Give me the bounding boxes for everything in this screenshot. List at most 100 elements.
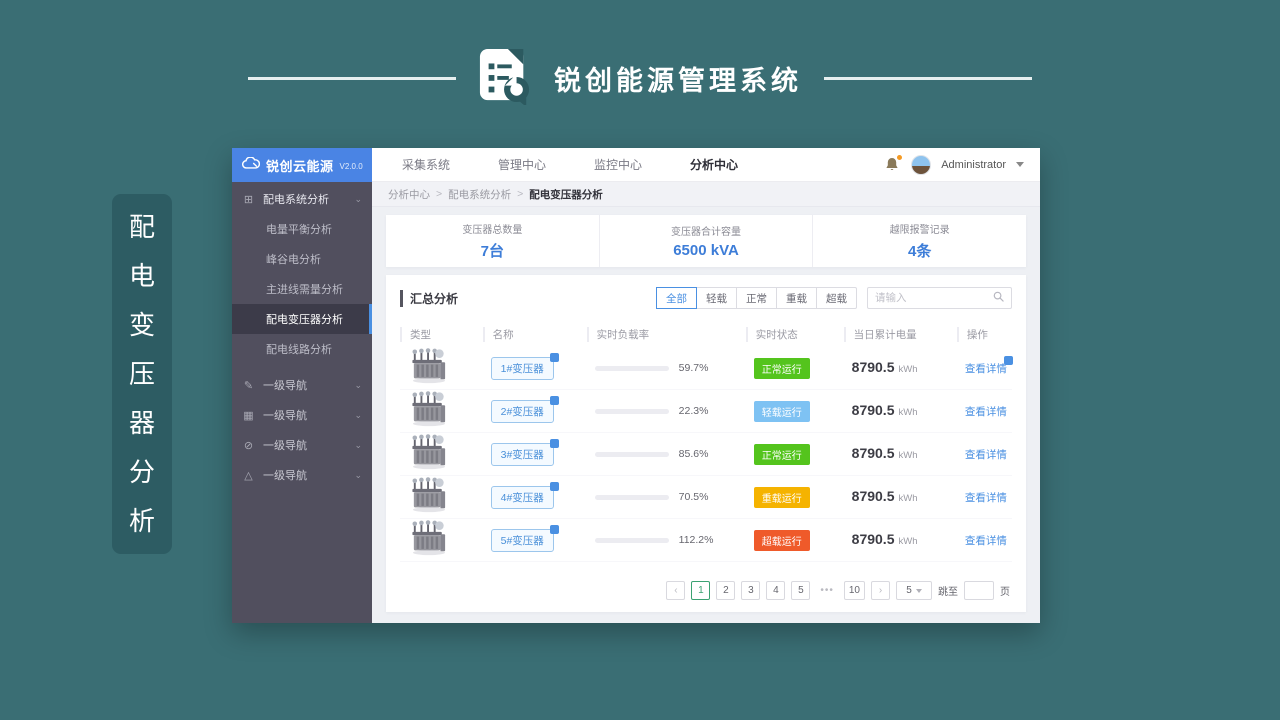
stat-label: 变压器总数量 <box>462 225 523 236</box>
cell-load-rate: 70.5% <box>587 491 746 503</box>
cell-status: 重载运行 <box>746 486 844 508</box>
pagination-page-button[interactable]: 1 <box>691 581 711 600</box>
pagination-pages: 1 2 3 4 5 ••• 10 <box>691 581 865 600</box>
cell-type <box>400 433 483 475</box>
transformer-name-tag[interactable]: 5#变压器 <box>490 524 559 552</box>
sidebar-extra-nav: ✎ 一级导航 ⌄ ▦ 一级导航 ⌄ ⊘ 一级导航 ⌄ △ 一级导航 ⌄ <box>232 370 372 490</box>
user-avatar[interactable] <box>911 154 932 175</box>
jump-page-input[interactable] <box>964 581 994 600</box>
sidebar-submenu-item[interactable]: 峰谷电分析 <box>232 244 372 274</box>
page-canvas: 锐创能源管理系统 配电变压器分析 锐创云能源 V2.0.0 采集系统 管理中心 … <box>0 0 1280 720</box>
filter-button[interactable]: 重载 <box>776 287 817 309</box>
top-nav-item[interactable]: 监控中心 <box>594 156 642 173</box>
search-icon[interactable] <box>993 289 1004 307</box>
sidebar-item-level1-nav[interactable]: △ 一级导航 ⌄ <box>232 460 372 490</box>
sidebar-submenu-item[interactable]: 主进线需量分析 <box>232 274 372 304</box>
pagination-next-button[interactable]: › <box>871 581 890 600</box>
stat-item: 变压器合计容量 6500 kVA <box>598 215 813 267</box>
sidebar-submenu-label: 主进线需量分析 <box>266 284 343 296</box>
banner-divider-right <box>824 76 1032 80</box>
sidebar-submenu-item[interactable]: 配电线路分析 <box>232 334 372 364</box>
load-bar-track <box>594 537 669 543</box>
card-header: 汇总分析 全部 轻载 正常 重载 超载 请输入 <box>400 287 1012 309</box>
pagination-page-button[interactable]: ••• <box>816 581 838 600</box>
view-details-link[interactable]: 查看详情 <box>965 490 1007 505</box>
nav-item-icon: ⊘ <box>243 439 254 452</box>
cell-load-rate: 85.6% <box>587 448 746 460</box>
energy-unit: kWh <box>898 536 918 547</box>
breadcrumb-item[interactable]: 配电变压器分析 <box>529 187 603 202</box>
user-menu-chevron-down-icon[interactable] <box>1016 162 1024 167</box>
vertical-title-char: 器 <box>128 408 155 438</box>
view-details-link[interactable]: 查看详情 <box>965 533 1007 548</box>
top-nav-item[interactable]: 分析中心 <box>690 156 738 173</box>
sidebar-submenu-item[interactable]: 配电变压器分析 <box>232 304 372 334</box>
stat-value: 6500 kVA <box>673 242 739 259</box>
view-details-link[interactable]: 查看详情 <box>965 447 1007 462</box>
filter-button[interactable]: 轻载 <box>696 287 737 309</box>
nav-item-label: 一级导航 <box>263 440 307 452</box>
view-details-link[interactable]: 查看详情 <box>965 356 1013 376</box>
load-bar-wrap: 70.5% <box>594 491 746 503</box>
link-corner-badge <box>1003 356 1013 365</box>
sidebar-root-label: 配电系统分析 <box>263 194 329 206</box>
pagination-page-button[interactable]: 10 <box>843 581 865 600</box>
pagination-page-button[interactable]: 3 <box>741 581 761 600</box>
top-nav-item[interactable]: 管理中心 <box>498 156 546 173</box>
vertical-title-char: 析 <box>128 506 155 536</box>
banner-divider-left <box>248 76 456 80</box>
view-details-label: 查看详情 <box>964 535 1007 547</box>
sidebar-item-level1-nav[interactable]: ⊘ 一级导航 ⌄ <box>232 430 372 460</box>
pagination: ‹ 1 2 3 4 5 ••• 10 › 5 跳至 页 <box>400 569 1012 606</box>
table-row: 4#变压器 70.5% 重载运行 8790.5 kWh 查看详情 <box>400 476 1012 519</box>
load-filter-group: 全部 轻载 正常 重载 超载 <box>656 287 857 309</box>
filter-button[interactable]: 正常 <box>736 287 777 309</box>
load-percent: 85.6% <box>678 448 709 460</box>
pagination-page-button[interactable]: 5 <box>791 581 811 600</box>
pagination-prev-button[interactable]: ‹ <box>666 581 686 600</box>
filter-button[interactable]: 超载 <box>816 287 857 309</box>
notification-bell-icon[interactable] <box>885 153 904 173</box>
transformer-name-tag[interactable]: 1#变压器 <box>490 352 559 380</box>
chevron-down-icon: ⌄ <box>354 193 362 204</box>
stats-summary-card: 变压器总数量 7台 变压器合计容量 6500 kVA 越限报警记录 4条 <box>386 215 1026 267</box>
cell-status: 正常运行 <box>746 443 844 465</box>
cell-load-rate: 22.3% <box>587 405 746 417</box>
top-nav-item[interactable]: 采集系统 <box>402 156 450 173</box>
sidebar-item-level1-nav[interactable]: ✎ 一级导航 ⌄ <box>232 370 372 400</box>
transformer-name-tag[interactable]: 4#变压器 <box>490 481 559 509</box>
view-details-link[interactable]: 查看详情 <box>965 404 1007 419</box>
cell-energy: 8790.5 kWh <box>844 402 957 420</box>
col-header-type: 类型 <box>400 326 483 342</box>
window-top-bar: 锐创云能源 V2.0.0 采集系统 管理中心 监控中心 分析中心 Adminis… <box>232 148 1040 182</box>
cell-energy: 8790.5 kWh <box>844 488 957 506</box>
tag-corner-badge <box>549 481 559 491</box>
pagination-page-button[interactable]: 4 <box>766 581 786 600</box>
cell-action: 查看详情 <box>957 488 1012 506</box>
breadcrumb-item[interactable]: 配电系统分析 <box>448 187 511 202</box>
nav-item-icon: △ <box>244 469 253 482</box>
stat-value: 4条 <box>908 243 932 260</box>
brand-logo[interactable]: 锐创云能源 V2.0.0 <box>232 148 372 182</box>
breadcrumb-item[interactable]: 分析中心 <box>388 187 430 202</box>
col-header-name: 名称 <box>482 326 587 342</box>
cell-name: 3#变压器 <box>483 438 587 466</box>
banner: 锐创能源管理系统 <box>0 40 1280 116</box>
nav-item-label: 一级导航 <box>263 470 307 482</box>
transformer-image <box>408 476 450 517</box>
tag-corner-badge <box>549 395 559 405</box>
breadcrumb: > 分析中心 > 配电系统分析 > 配电变压器分析 <box>372 182 1040 207</box>
page-size-select[interactable]: 5 <box>896 581 932 600</box>
filter-button[interactable]: 全部 <box>656 287 697 309</box>
sidebar-item-power-system-analysis[interactable]: ⊞ 配电系统分析 ⌄ <box>232 184 372 214</box>
sidebar-item-level1-nav[interactable]: ▦ 一级导航 ⌄ <box>232 400 372 430</box>
transformer-name-tag[interactable]: 3#变压器 <box>490 438 559 466</box>
search-input[interactable] <box>875 292 987 304</box>
transformer-name: 2#变压器 <box>500 405 544 418</box>
vertical-title-char: 变 <box>128 310 155 340</box>
pagination-page-button[interactable]: 2 <box>716 581 736 600</box>
sidebar-submenu-label: 配电变压器分析 <box>266 314 343 326</box>
energy-value: 8790.5 <box>851 531 895 547</box>
transformer-name-tag[interactable]: 2#变压器 <box>490 395 559 423</box>
sidebar-submenu-item[interactable]: 电量平衡分析 <box>232 214 372 244</box>
